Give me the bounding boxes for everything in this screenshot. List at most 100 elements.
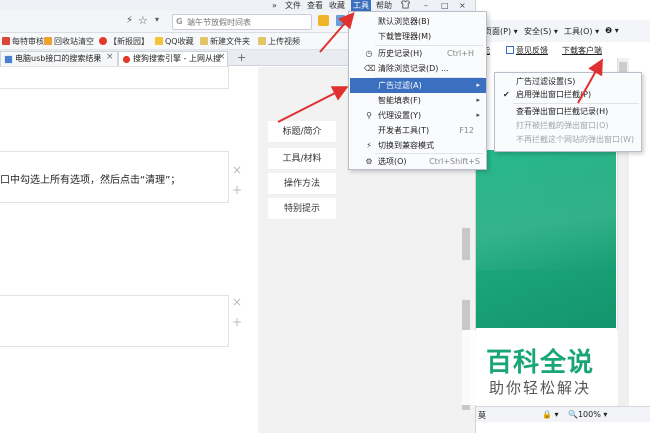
favorite-label: 【新报园】 [109, 37, 149, 46]
close-window-button[interactable]: × [459, 0, 466, 11]
editor-box-top[interactable] [0, 66, 229, 89]
folder-icon [200, 37, 208, 45]
favorite-label: 新建文件夹 [210, 37, 250, 46]
menu-overflow-chevron[interactable]: » [272, 0, 277, 11]
ad-filter-submenu: 广告过滤设置(S) ✔ 启用弹出窗口拦截(P) 查看弹出窗口拦截记录(H) 打开… [494, 72, 642, 152]
tab-usb-search[interactable]: 电脑usb接口的搜索结果 [0, 51, 118, 66]
menu-item-label: 选项(O) [378, 157, 407, 166]
menu-item-compat-mode[interactable]: ⚡ 切换到兼容模式 [350, 138, 486, 153]
shirt-icon[interactable] [400, 0, 411, 11]
folder-icon [258, 37, 266, 45]
submenu-item-allow-site-popups: 不再拦截这个网站的弹出窗口(W) [496, 133, 641, 146]
add-step-icon[interactable]: + [232, 315, 242, 329]
menu-item-label: 清除浏览记录(D) ... [378, 64, 449, 73]
menu-help[interactable]: 帮助 [376, 0, 392, 11]
close-step-icon[interactable]: × [232, 295, 242, 309]
favorite-item[interactable]: QQ收藏 [155, 36, 194, 48]
menu-item-developer-tools[interactable]: 开发者工具(T) F12 [350, 123, 486, 138]
sogou-icon [122, 55, 131, 64]
link-icon: ⚲ [366, 111, 372, 120]
favorite-item[interactable]: 新建文件夹 [200, 36, 250, 48]
menu-item-label: 下载管理器(M) [378, 32, 432, 41]
watermark-subtitle: 助你轻松解决 [488, 379, 591, 397]
submenu-item-ad-filter-settings[interactable]: 广告过滤设置(S) [496, 75, 641, 88]
watermark-title: 百科全说 [485, 348, 594, 378]
submenu-item-view-popup-log[interactable]: 查看弹出窗口拦截记录(H) [496, 105, 641, 118]
sidenav-title-intro[interactable]: 标题/简介 [268, 121, 336, 143]
feedback-link[interactable]: 意见反馈 [506, 45, 548, 56]
menu-item-label: 打开被拦截的弹出窗口(O) [516, 121, 609, 130]
zoom-level[interactable]: 🔍100% ▾ [568, 410, 607, 419]
menu-item-options[interactable]: ⚙ 选项(O) Ctrl+Shift+S [350, 154, 486, 169]
menu-item-label: 不再拦截这个网站的弹出窗口(W) [516, 135, 635, 144]
watermark-logo: 百科全说 助你轻松解决 [462, 330, 618, 405]
scrollbar-thumb[interactable] [462, 228, 470, 260]
gear-icon: ⚙ [365, 157, 373, 166]
bolt-icon: ⚡ [366, 141, 372, 150]
menu-item-shortcut: F12 [459, 126, 474, 135]
menu-item-label: 广告过滤(A) [378, 81, 422, 90]
add-step-icon[interactable]: + [232, 183, 242, 197]
safety-menu[interactable]: 安全(S) ▾ [524, 26, 558, 37]
folder-icon [155, 37, 163, 45]
checkmark-icon: ✔ [503, 90, 510, 99]
security-status-icon[interactable]: 🔒 ▾ [542, 410, 559, 419]
menu-item-clear-history[interactable]: ⌫ 清除浏览记录(D) ... [350, 61, 486, 76]
menu-view[interactable]: 查看 [307, 0, 323, 11]
favorite-icon [2, 37, 10, 45]
menu-item-download-manager[interactable]: 下载管理器(M) [350, 29, 486, 44]
page-icon[interactable] [336, 15, 345, 26]
search-input[interactable] [187, 17, 307, 28]
submenu-arrow-icon: ▸ [476, 81, 480, 89]
menu-item-autofill[interactable]: 智能填表(F) ▸ [350, 93, 486, 108]
chevron-down-icon[interactable]: ▾ [155, 15, 159, 24]
menu-favorites[interactable]: 收藏 [329, 0, 345, 11]
tab-close-icon[interactable]: × [106, 52, 114, 62]
status-text: 莫 [478, 411, 486, 420]
page-menu[interactable]: 页面(P) ▾ [484, 26, 518, 37]
download-client-link[interactable]: 下载客户端 [562, 45, 602, 56]
edit-icon [506, 46, 514, 54]
menu-item-shortcut: Ctrl+Shift+S [429, 157, 480, 166]
favorite-item[interactable]: 每特审核 [2, 36, 44, 48]
favorite-icon [99, 37, 107, 45]
bolt-icon[interactable]: ⚡ [126, 15, 133, 26]
favorite-item[interactable]: 【新报园】 [99, 36, 149, 48]
tools-dropdown-menu: 默认浏览器(B) 下载管理器(M) ◷ 历史记录(H) Ctrl+H ⌫ 清除浏… [348, 11, 487, 170]
star-icon[interactable]: ☆ [138, 14, 148, 27]
sidenav-tools-materials[interactable]: 工具/材料 [268, 148, 336, 170]
favorite-item[interactable]: 回收站清空 [44, 36, 94, 48]
menu-item-label: 切换到兼容模式 [378, 141, 434, 150]
menu-file[interactable]: 文件 [285, 0, 301, 11]
sidenav-steps[interactable]: 操作方法 [268, 173, 336, 195]
page-links: 能 意见反馈 下载客户端 [476, 42, 650, 58]
tools-menu-right[interactable]: 工具(O) ▾ [564, 26, 599, 37]
clock-icon: ◷ [365, 49, 373, 58]
menu-item-label: 历史记录(H) [378, 49, 423, 58]
help-menu-right[interactable]: ❷ ▾ [605, 26, 619, 35]
maximize-button[interactable]: □ [441, 0, 449, 11]
minimize-button[interactable]: – [424, 0, 428, 11]
menu-tools[interactable]: 工具 [351, 0, 371, 11]
menu-item-proxy-settings[interactable]: ⚲ 代理设置(Y) ▸ [350, 108, 486, 123]
menu-item-label: 广告过滤设置(S) [516, 77, 576, 86]
extension-icon[interactable] [318, 15, 329, 26]
favorite-item[interactable]: 上传视频 [258, 36, 300, 48]
menu-item-label: 查看弹出窗口拦截记录(H) [516, 107, 609, 116]
close-step-icon[interactable]: × [232, 163, 242, 177]
menu-item-default-browser[interactable]: 默认浏览器(B) [350, 14, 486, 29]
search-engine-icon[interactable]: G [176, 17, 183, 26]
sidenav-tips[interactable]: 特别提示 [268, 198, 336, 220]
new-tab-button[interactable]: + [237, 51, 246, 64]
command-bar: 页面(P) ▾ 安全(S) ▾ 工具(O) ▾ ❷ ▾ [476, 20, 650, 42]
tab-sogou-search[interactable]: 搜狗搜索引擎 - 上网从搜 [118, 51, 228, 66]
menu-item-ad-filter[interactable]: 广告过滤(A) ▸ [350, 78, 486, 93]
tab-close-icon[interactable]: × [218, 52, 226, 62]
menu-item-label: 代理设置(Y) [378, 111, 422, 120]
search-box[interactable]: G [172, 14, 312, 30]
menu-item-history[interactable]: ◷ 历史记录(H) Ctrl+H [350, 46, 486, 61]
tab-label: 电脑usb接口的搜索结果 [15, 54, 102, 63]
submenu-item-enable-popup-blocker[interactable]: ✔ 启用弹出窗口拦截(P) [496, 88, 641, 101]
page-icon [4, 55, 13, 64]
step-editor-box[interactable] [0, 295, 229, 347]
